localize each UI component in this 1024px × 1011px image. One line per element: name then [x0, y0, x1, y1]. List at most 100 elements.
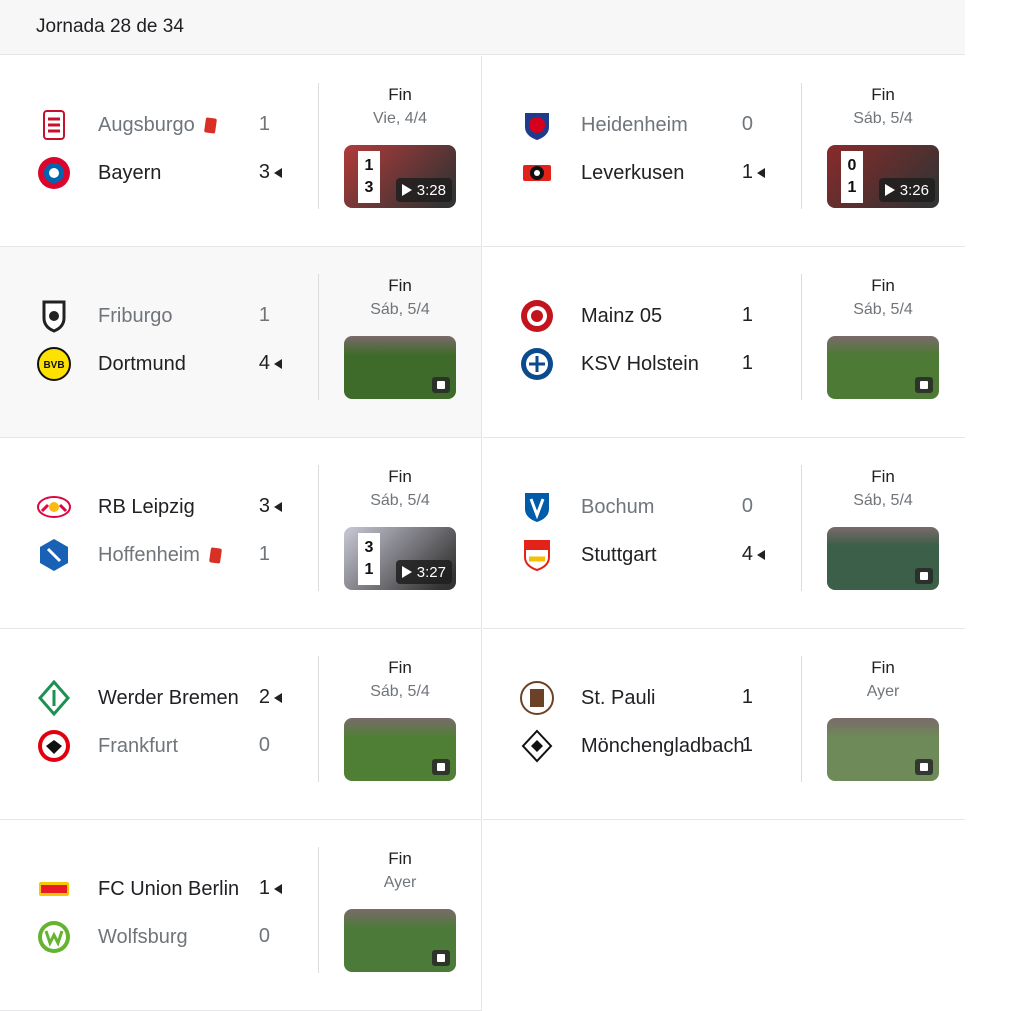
team-crest-icon [36, 537, 72, 573]
match-status: Fin [388, 467, 412, 486]
team-crest-icon [519, 298, 555, 334]
team-name: Mönchengladbach [581, 734, 745, 757]
team-score: 3 [258, 495, 270, 517]
team-score: 1 [741, 161, 753, 183]
team-name: Dortmund [98, 352, 186, 375]
play-icon [884, 184, 895, 196]
match-card[interactable]: Heidenheim 0 Leverkusen 1 Fin Sáb, 5/4 0… [483, 56, 965, 247]
match-card[interactable]: FC Union Berlin 1 Wolfsburg 0 Fin Ayer [0, 820, 482, 1011]
team-score: 2 [258, 686, 270, 708]
team-score: 1 [741, 734, 753, 756]
team-name: Leverkusen [581, 161, 685, 184]
highlight-clip-thumbnail[interactable] [344, 718, 456, 781]
match-card[interactable]: St. Pauli 1 Mönchengladbach 1 Fin Ayer [483, 629, 965, 820]
team-crest-icon [36, 155, 72, 191]
match-card[interactable]: RB Leipzig 3 Hoffenheim 1 Fin Sáb, 5/4 3… [0, 438, 482, 629]
highlight-clip-thumbnail[interactable] [344, 909, 456, 972]
match-status: Fin [871, 658, 895, 677]
winner-arrow-icon [274, 359, 282, 369]
team-crest-icon [36, 919, 72, 955]
team-score: 3 [258, 161, 270, 183]
match-date: Sáb, 5/4 [853, 110, 913, 127]
red-card-icon [203, 116, 217, 134]
team-score: 1 [258, 543, 270, 565]
match-date: Sáb, 5/4 [853, 301, 913, 318]
matchday-header: Jornada 28 de 34 [0, 0, 965, 55]
highlight-video-thumbnail[interactable]: 3 1 3:27 [344, 527, 456, 590]
video-camera-icon [432, 759, 450, 775]
team-name: Frankfurt [98, 734, 179, 757]
winner-arrow-icon [757, 550, 765, 560]
team-name: FC Union Berlin [98, 877, 240, 900]
match-date: Ayer [383, 874, 417, 891]
team-name: Bayern [98, 161, 162, 184]
video-camera-icon [432, 950, 450, 966]
team-crest-icon [519, 107, 555, 143]
team-crest-icon [36, 107, 72, 143]
team-score: 1 [258, 113, 270, 135]
team-score: 1 [258, 304, 270, 326]
team-name: Hoffenheim [98, 543, 200, 566]
team-crest-icon [519, 537, 555, 573]
video-camera-icon [915, 759, 933, 775]
team-score: 0 [258, 734, 270, 756]
team-name: Augsburgo [98, 113, 195, 136]
team-crest-icon [519, 489, 555, 525]
match-status: Fin [388, 849, 412, 868]
highlight-clip-thumbnail[interactable] [344, 336, 456, 399]
team-score: 1 [741, 304, 753, 326]
match-card[interactable]: Mainz 05 1 KSV Holstein 1 Fin Sáb, 5/4 [483, 247, 965, 438]
match-date: Sáb, 5/4 [853, 492, 913, 509]
match-date: Vie, 4/4 [373, 110, 427, 127]
team-name: Heidenheim [581, 113, 688, 136]
team-name: RB Leipzig [98, 495, 195, 518]
team-name: Stuttgart [581, 543, 657, 566]
red-card-icon [208, 546, 222, 564]
thumbnail-scoreboard: 0 1 [841, 151, 863, 203]
highlight-clip-thumbnail[interactable] [827, 336, 939, 399]
match-date: Sáb, 5/4 [370, 301, 430, 318]
team-crest-icon [519, 346, 555, 382]
team-score: 0 [741, 113, 753, 135]
video-camera-icon [915, 568, 933, 584]
video-camera-icon [432, 377, 450, 393]
team-crest-icon [36, 298, 72, 334]
team-score: 4 [258, 352, 270, 374]
match-card[interactable]: Augsburgo 1 Bayern 3 Fin Vie, 4/4 1 3 3:… [0, 56, 482, 247]
match-date: Ayer [866, 683, 900, 700]
team-crest-icon [36, 489, 72, 525]
team-name: Bochum [581, 495, 655, 518]
match-card[interactable]: Friburgo 1 BVB Dortmund 4 Fin Sáb, 5/4 [0, 247, 482, 438]
video-camera-icon [915, 377, 933, 393]
team-score: 1 [741, 352, 753, 374]
highlight-video-thumbnail[interactable]: 0 1 3:26 [827, 145, 939, 208]
play-icon [401, 184, 412, 196]
winner-arrow-icon [274, 884, 282, 894]
winner-arrow-icon [274, 502, 282, 512]
highlight-video-thumbnail[interactable]: 1 3 3:28 [344, 145, 456, 208]
match-status: Fin [871, 276, 895, 295]
team-crest-icon [519, 680, 555, 716]
team-score: 1 [741, 686, 753, 708]
team-crest-icon [519, 728, 555, 764]
thumbnail-scoreboard: 3 1 [358, 533, 380, 585]
team-crest-icon [36, 871, 72, 907]
results-panel: Jornada 28 de 34 Augsburgo 1 Bayern 3 Fi… [0, 0, 965, 1011]
match-status: Fin [388, 276, 412, 295]
highlight-clip-thumbnail[interactable] [827, 527, 939, 590]
team-score: 0 [741, 495, 753, 517]
team-score: 0 [258, 925, 270, 947]
winner-arrow-icon [274, 168, 282, 178]
match-card[interactable]: Bochum 0 Stuttgart 4 Fin Sáb, 5/4 [483, 438, 965, 629]
empty-grid-cell [483, 820, 965, 1011]
highlight-clip-thumbnail[interactable] [827, 718, 939, 781]
match-date: Sáb, 5/4 [370, 683, 430, 700]
winner-arrow-icon [274, 693, 282, 703]
match-date: Sáb, 5/4 [370, 492, 430, 509]
video-duration: 3:27 [395, 560, 452, 584]
video-duration: 3:28 [395, 178, 452, 202]
thumbnail-scoreboard: 1 3 [358, 151, 380, 203]
match-card[interactable]: Werder Bremen 2 Frankfurt 0 Fin Sáb, 5/4 [0, 629, 482, 820]
team-name: St. Pauli [581, 686, 656, 709]
team-name: Werder Bremen [98, 686, 239, 709]
